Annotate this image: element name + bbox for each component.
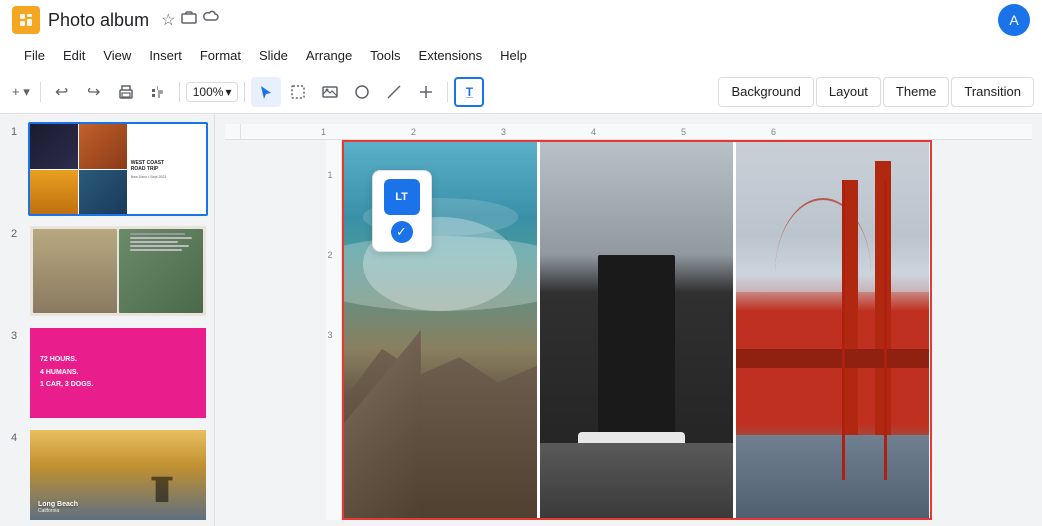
menu-format[interactable]: Format xyxy=(192,44,249,67)
doc-title[interactable]: Photo album xyxy=(48,10,149,31)
slide-thumb-4[interactable]: Long Beach California xyxy=(28,428,208,522)
canvas-body: 1 2 3 xyxy=(326,140,932,520)
slide-item-4[interactable]: 4 Long Beach California xyxy=(6,428,208,522)
menu-edit[interactable]: Edit xyxy=(55,44,93,67)
sep3 xyxy=(244,82,245,102)
slide-item-3[interactable]: 3 72 HOURS.4 HUMANS.1 CAR, 3 DOGS. xyxy=(6,326,208,420)
v-ruler-tick-2: 2 xyxy=(328,250,333,260)
redo-button[interactable]: ↪ xyxy=(79,77,109,107)
cursor-tool[interactable] xyxy=(251,77,281,107)
paint-format-button[interactable] xyxy=(143,77,173,107)
ruler-tick-3: 3 xyxy=(501,127,506,137)
horizontal-ruler-row: 1 2 3 4 5 6 xyxy=(225,124,1032,140)
slide-number-4: 4 xyxy=(6,428,22,444)
lt-popup[interactable]: LT ✓ xyxy=(372,170,432,252)
slide-number-1: 1 xyxy=(6,122,22,138)
menu-bar: File Edit View Insert Format Slide Arran… xyxy=(0,40,1042,70)
slide-thumb-2[interactable] xyxy=(28,224,208,318)
transition-button[interactable]: Transition xyxy=(951,77,1034,107)
select-tool[interactable] xyxy=(283,77,313,107)
text-align-tool[interactable]: T̲ xyxy=(454,77,484,107)
print-button[interactable] xyxy=(111,77,141,107)
v-ruler-tick-3: 3 xyxy=(328,330,333,340)
star-icon[interactable]: ☆ xyxy=(161,10,175,30)
v-ruler-tick-1: 1 xyxy=(328,170,333,180)
horizontal-ruler: 1 2 3 4 5 6 xyxy=(241,124,1032,140)
main-layout: 1 WEST COASTROAD TRIP xyxy=(0,114,1042,526)
menu-arrange[interactable]: Arrange xyxy=(298,44,360,67)
slide-thumb-3[interactable]: 72 HOURS.4 HUMANS.1 CAR, 3 DOGS. xyxy=(28,326,208,420)
slide-number-2: 2 xyxy=(6,224,22,240)
menu-file[interactable]: File xyxy=(16,44,53,67)
ruler-tick-2: 2 xyxy=(411,127,416,137)
zoom-control[interactable]: 100% ▾ xyxy=(186,82,239,102)
line-tool[interactable] xyxy=(379,77,409,107)
ruler-tick-4: 4 xyxy=(591,127,596,137)
zoom-value: 100% xyxy=(193,85,224,99)
sep2 xyxy=(179,82,180,102)
slide-item-1[interactable]: 1 WEST COASTROAD TRIP xyxy=(6,122,208,216)
slide-item-2[interactable]: 2 xyxy=(6,224,208,318)
lt-check: ✓ xyxy=(391,221,413,243)
bridge-photo xyxy=(736,142,929,518)
slide-thumb-1[interactable]: WEST COASTROAD TRIP New Dano • Sept 2023 xyxy=(28,122,208,216)
person-photo xyxy=(540,142,733,518)
sep4 xyxy=(447,82,448,102)
ruler-corner xyxy=(225,124,241,140)
lt-badge-text: LT xyxy=(395,191,408,203)
toolbar: + ▾ ↩ ↪ 100% ▾ T̲ Background Layout Them… xyxy=(0,70,1042,114)
menu-insert[interactable]: Insert xyxy=(141,44,190,67)
menu-slide[interactable]: Slide xyxy=(251,44,296,67)
zoom-chevron: ▾ xyxy=(225,85,231,99)
slide-number-3: 3 xyxy=(6,326,22,342)
cloud-icon[interactable] xyxy=(203,10,219,31)
background-button[interactable]: Background xyxy=(718,77,813,107)
vertical-ruler: 1 2 3 xyxy=(326,140,342,520)
shape-tool[interactable] xyxy=(347,77,377,107)
sep1 xyxy=(40,82,41,102)
app-icon xyxy=(12,6,40,34)
drive-icon[interactable] xyxy=(181,10,197,31)
insert-tool[interactable] xyxy=(411,77,441,107)
canvas-area: 1 2 3 4 5 6 1 2 3 xyxy=(215,114,1042,526)
image-tool[interactable] xyxy=(315,77,345,107)
user-avatar[interactable]: A xyxy=(998,4,1030,36)
lt-badge: LT xyxy=(384,179,420,215)
menu-help[interactable]: Help xyxy=(492,44,535,67)
slide-panel: 1 WEST COASTROAD TRIP xyxy=(0,114,215,526)
layout-button[interactable]: Layout xyxy=(816,77,881,107)
menu-tools[interactable]: Tools xyxy=(362,44,408,67)
menu-extensions[interactable]: Extensions xyxy=(411,44,491,67)
title-bar: Photo album ☆ A xyxy=(0,0,1042,40)
theme-button[interactable]: Theme xyxy=(883,77,949,107)
ruler-tick-1: 1 xyxy=(321,127,326,137)
ruler-tick-6: 6 xyxy=(771,127,776,137)
canvas-scroll-area: LT ✓ xyxy=(342,140,932,520)
add-button[interactable]: + ▾ xyxy=(8,77,34,107)
undo-button[interactable]: ↩ xyxy=(47,77,77,107)
ruler-tick-5: 5 xyxy=(681,127,686,137)
menu-view[interactable]: View xyxy=(95,44,139,67)
